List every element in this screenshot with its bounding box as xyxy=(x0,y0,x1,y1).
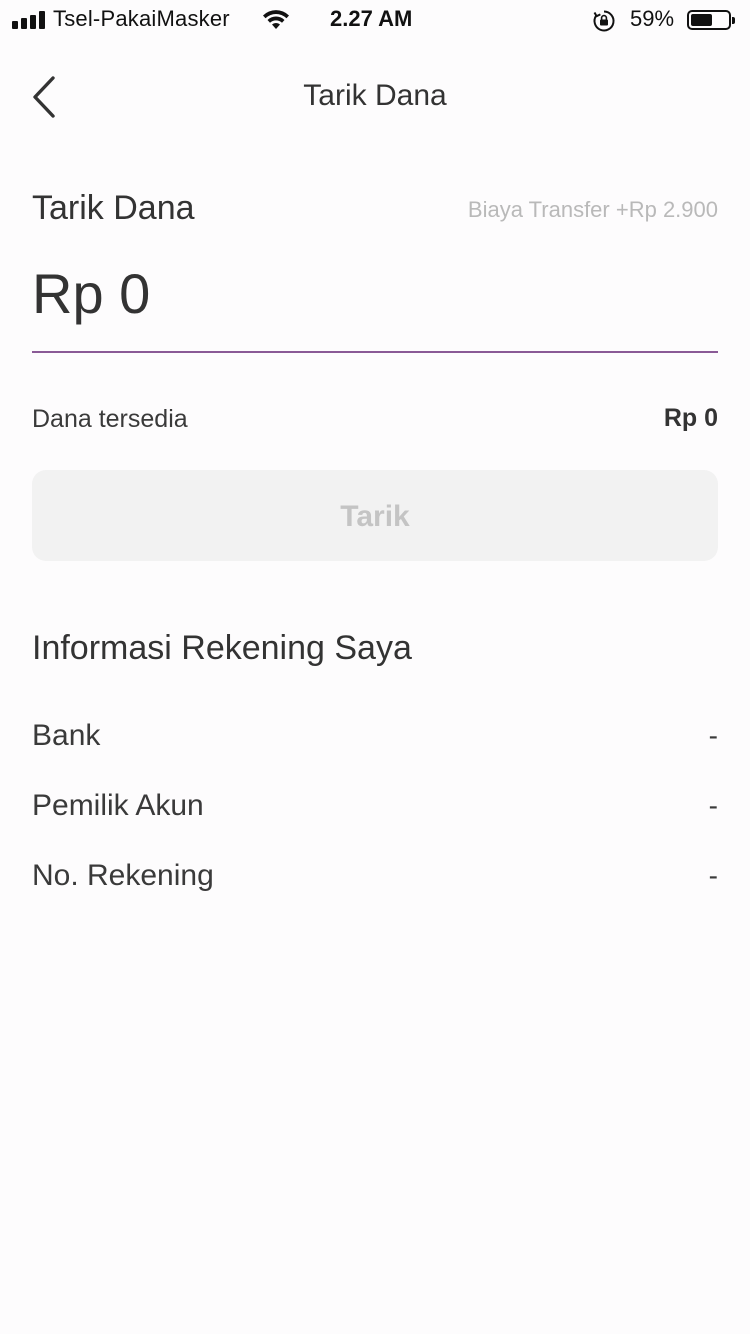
withdraw-section-title: Tarik Dana xyxy=(32,189,195,227)
withdraw-amount-input[interactable] xyxy=(32,258,718,328)
carrier-name: Tsel-PakaiMasker xyxy=(53,6,230,31)
battery-icon xyxy=(687,10,735,30)
status-bar: Tsel-PakaiMasker 2.27 AM 59% xyxy=(0,0,750,40)
orientation-lock-icon xyxy=(592,9,616,38)
withdraw-button[interactable]: Tarik xyxy=(32,470,718,561)
account-number-value: - xyxy=(708,860,718,891)
account-info-title: Informasi Rekening Saya xyxy=(32,629,412,667)
page-title: Tarik Dana xyxy=(303,79,447,112)
account-number-label: No. Rekening xyxy=(32,859,214,892)
account-owner-label: Pemilik Akun xyxy=(32,789,204,822)
available-funds-label: Dana tersedia xyxy=(32,405,188,433)
transfer-fee-label: Biaya Transfer +Rp 2.900 xyxy=(467,197,718,222)
bank-value: - xyxy=(708,720,718,751)
available-funds-value: Rp 0 xyxy=(663,404,718,432)
signal-strength-icon xyxy=(12,11,46,29)
wifi-icon xyxy=(262,9,290,36)
account-owner-value: - xyxy=(708,790,718,821)
battery-percentage: 59% xyxy=(630,6,675,31)
amount-input-underline xyxy=(32,351,718,353)
bank-label: Bank xyxy=(32,719,101,752)
clock: 2.27 AM xyxy=(330,6,413,31)
